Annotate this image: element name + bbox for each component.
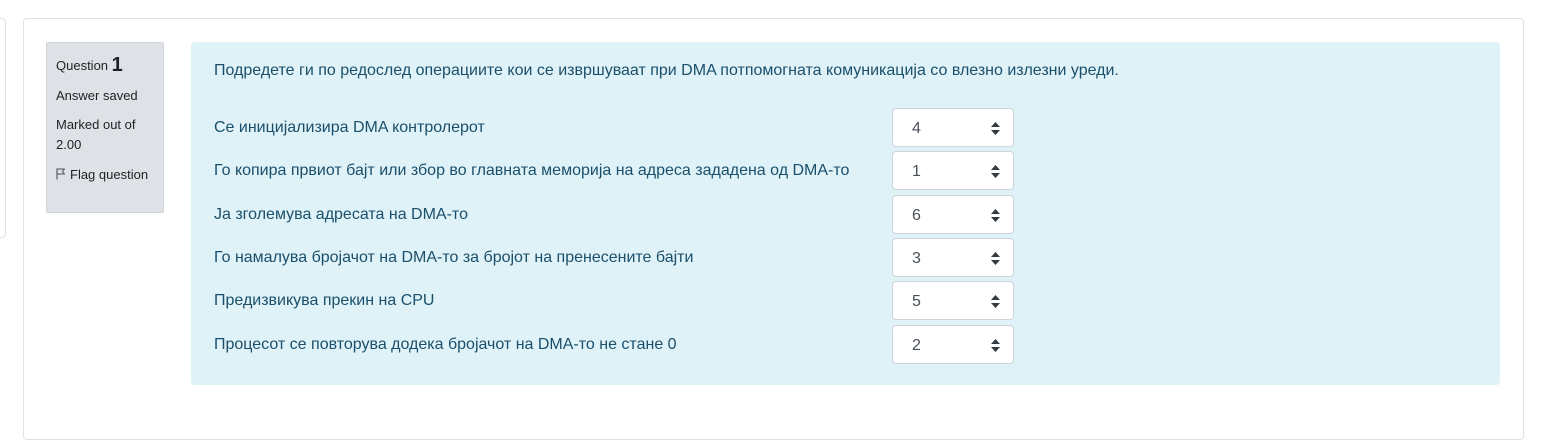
order-select-3[interactable]: 6 [892, 195, 1014, 234]
answer-row-label: Го намалува бројачот на DMA-то за бројот… [214, 249, 694, 266]
question-label: Question [56, 58, 109, 73]
order-select-5[interactable]: 5 [892, 281, 1014, 320]
previous-card-edge [0, 18, 6, 238]
answer-row-label: Ја зголемува адресата на DMA-то [214, 206, 468, 223]
order-select-value: 2 [912, 337, 921, 354]
answer-row-6: Процесот се повторува додека бројачот на… [214, 325, 1034, 365]
order-select-2[interactable]: 1 [892, 151, 1014, 190]
answer-row-label: Се иницијализира DMA контролерот [214, 119, 485, 136]
flag-question-link[interactable]: Flag question [56, 165, 154, 185]
answer-row-1: Се иницијализира DMA контролерот 4 [214, 108, 1034, 148]
sort-arrows-icon [991, 339, 1000, 352]
question-number: Question 1 [56, 53, 154, 78]
order-select-value: 4 [912, 120, 921, 137]
order-select-value: 1 [912, 163, 921, 180]
sort-arrows-icon [991, 295, 1000, 308]
answer-row-2: Го копира првиот бајт или збор во главна… [214, 151, 1034, 191]
order-select-1[interactable]: 4 [892, 108, 1014, 147]
answer-row-3: Ја зголемува адресата на DMA-то 6 [214, 195, 1034, 235]
order-select-value: 6 [912, 207, 921, 224]
order-select-4[interactable]: 3 [892, 238, 1014, 277]
question-number-value: 1 [111, 54, 123, 76]
sort-arrows-icon [991, 122, 1000, 135]
flag-icon [56, 166, 66, 180]
sort-arrows-icon [991, 252, 1000, 265]
answer-row-label: Го копира првиот бајт или збор во главна… [214, 162, 850, 179]
answer-row-5: Предизвикува прекин на CPU 5 [214, 281, 1034, 321]
flag-question-label: Flag question [70, 167, 149, 182]
sort-arrows-icon [991, 209, 1000, 222]
order-select-value: 3 [912, 250, 921, 267]
question-text: Подредете ги по редослед операциите кои … [214, 62, 1119, 79]
answer-row-label: Процесот се повторува додека бројачот на… [214, 336, 677, 353]
order-select-value: 5 [912, 293, 921, 310]
answer-row-label: Предизвикува прекин на CPU [214, 292, 435, 309]
question-grade: Marked out of 2.00 [56, 117, 136, 152]
sort-arrows-icon [991, 165, 1000, 178]
question-formulation: Подредете ги по редослед операциите кои … [191, 42, 1500, 385]
answer-row-4: Го намалува бројачот на DMA-то за бројот… [214, 238, 1034, 278]
question-info-panel: Question 1 Answer saved Marked out of 2.… [46, 42, 164, 213]
order-select-6[interactable]: 2 [892, 325, 1014, 364]
question-state: Answer saved [56, 88, 138, 103]
